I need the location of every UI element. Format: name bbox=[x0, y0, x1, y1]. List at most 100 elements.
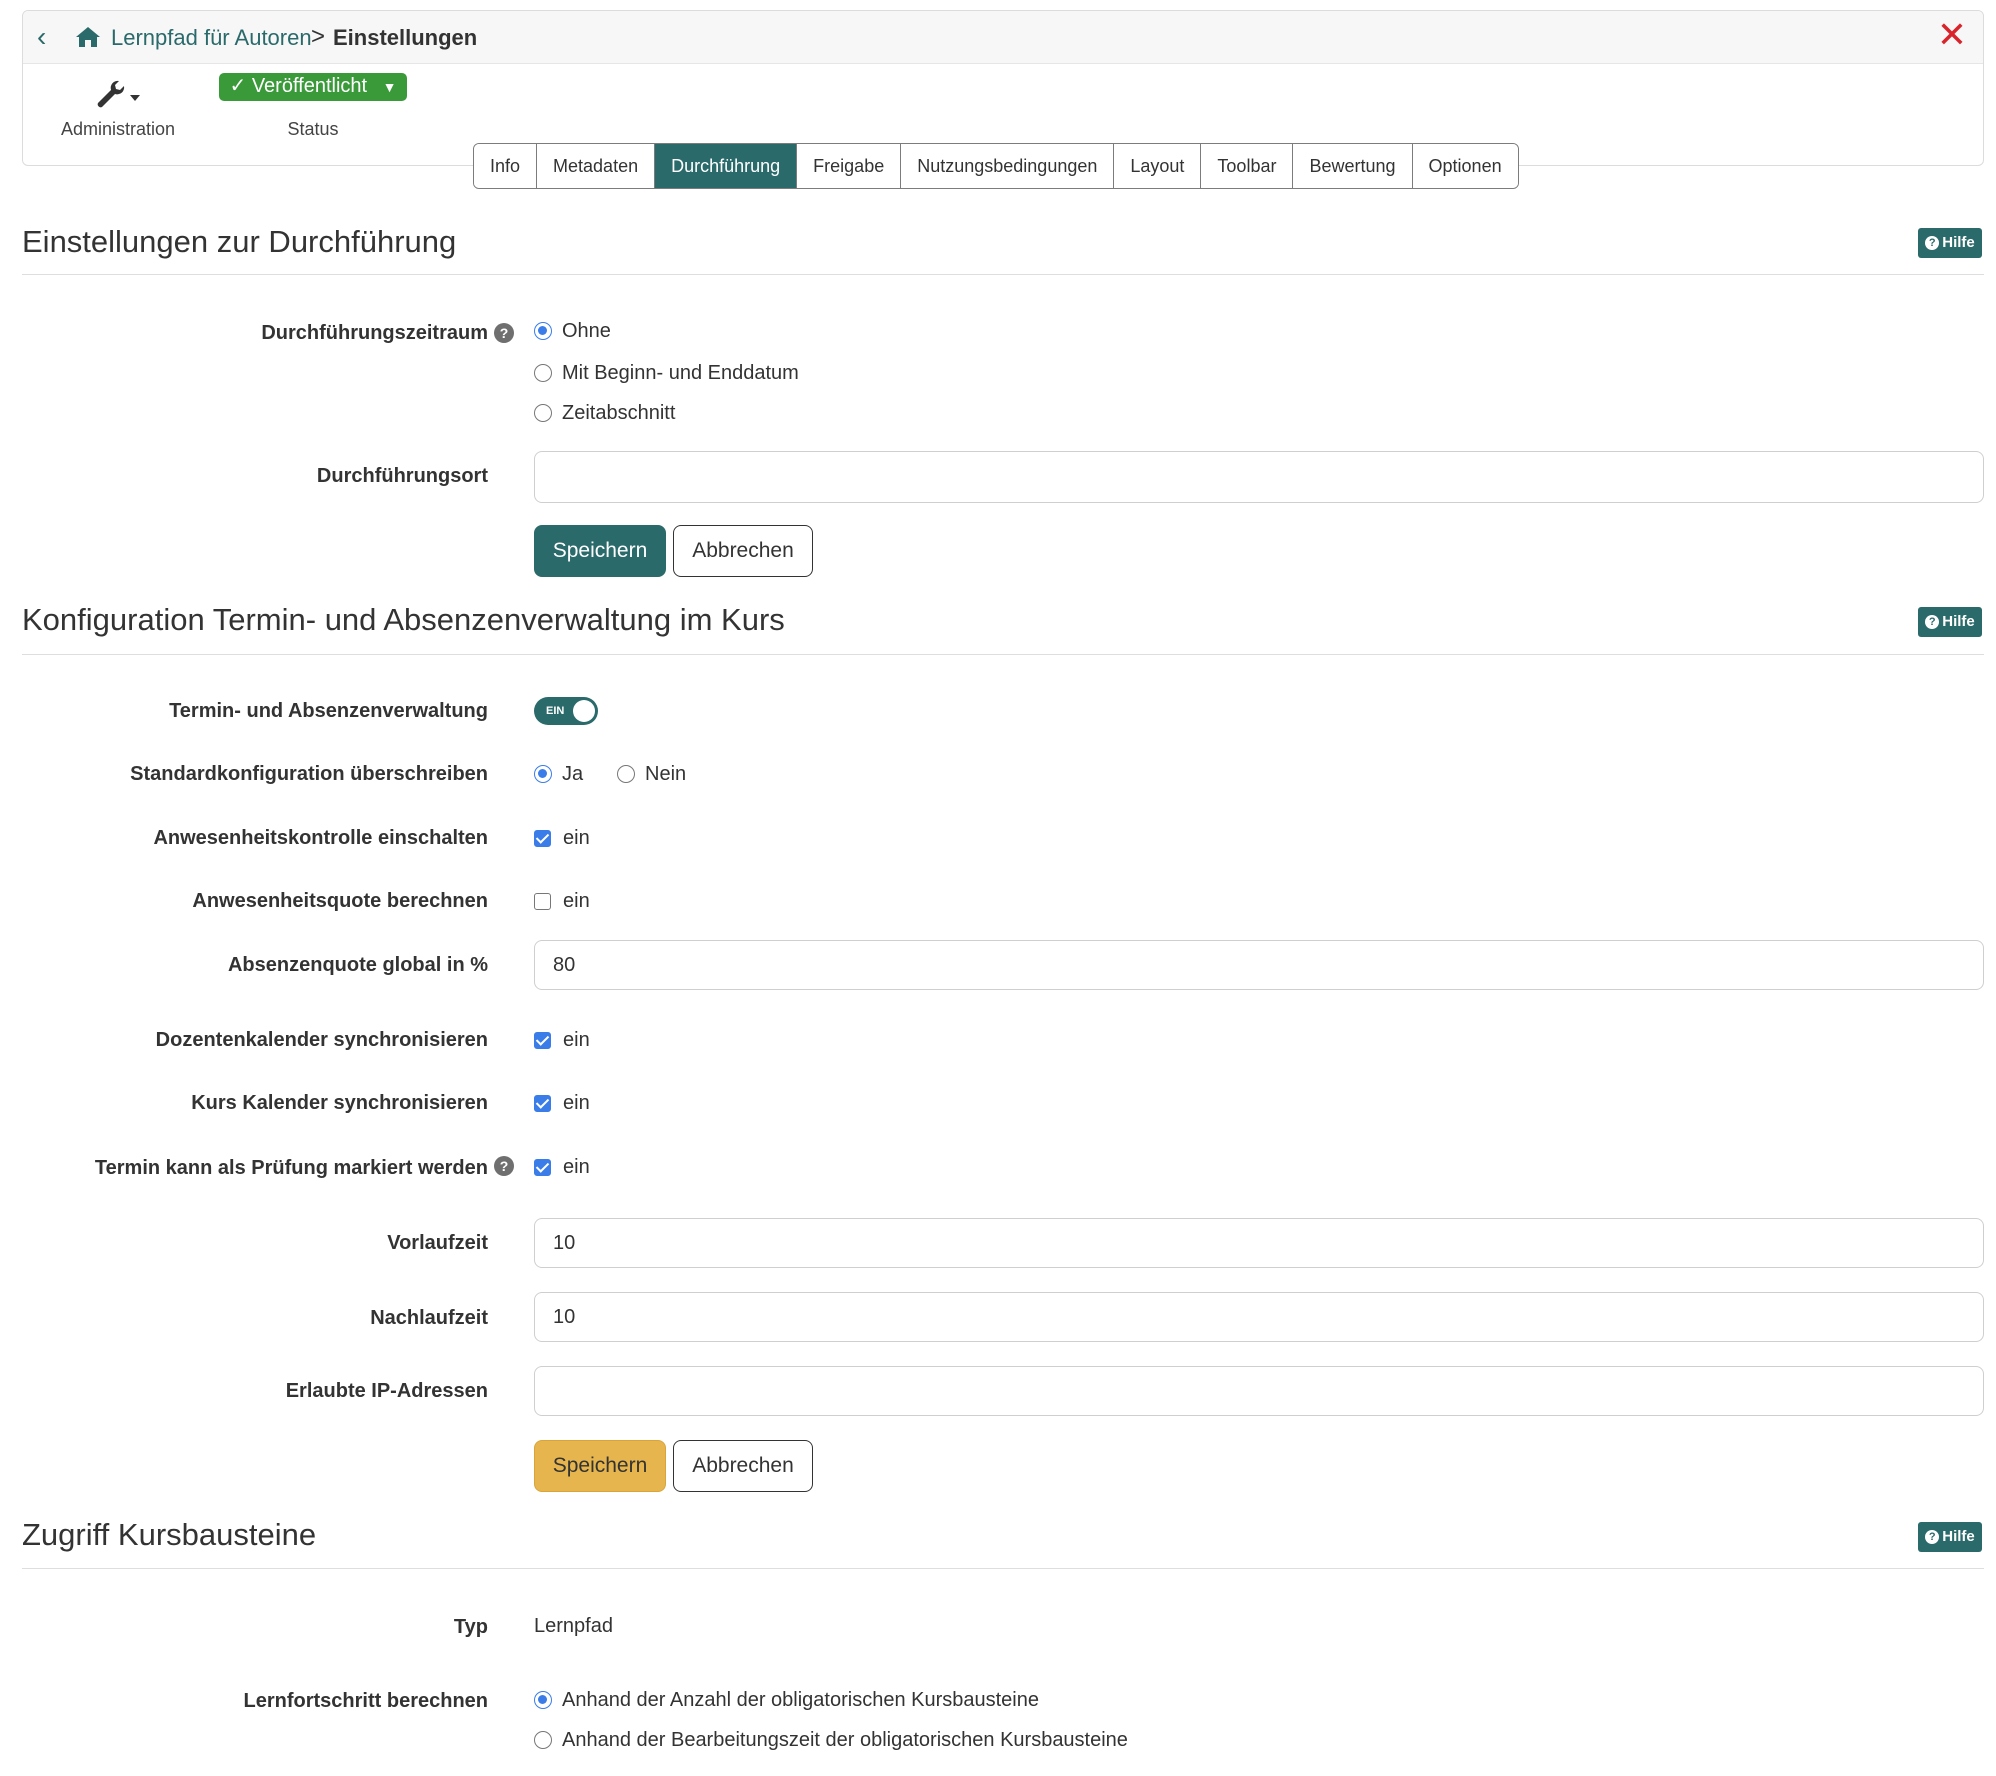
administration-menu[interactable]: Administration bbox=[43, 73, 193, 143]
help-button-termin[interactable]: ? Hilfe bbox=[1918, 607, 1982, 637]
help-button-durchfuehrung[interactable]: ? Hilfe bbox=[1918, 228, 1982, 258]
type-label: Typ bbox=[453, 1616, 488, 1638]
absence-quota-input[interactable]: 80 bbox=[534, 940, 1984, 990]
checkbox-text: ein bbox=[563, 827, 590, 849]
toggle-text: EIN bbox=[546, 705, 565, 717]
quota-calc-checkbox[interactable] bbox=[534, 893, 551, 910]
teacher-cal-checkbox-row[interactable]: ein bbox=[534, 1027, 590, 1053]
ip-label: Erlaubte IP-Adressen bbox=[285, 1380, 488, 1402]
place-label: Durchführungsort bbox=[316, 465, 488, 487]
progress-option-count[interactable]: Anhand der Anzahl der obligatorischen Ku… bbox=[534, 1687, 1039, 1713]
mgmt-label: Termin- und Absenzenverwaltung bbox=[169, 700, 488, 722]
status-label: Status bbox=[287, 119, 339, 139]
administration-label: Administration bbox=[60, 119, 176, 139]
tab-metadaten[interactable]: Metadaten bbox=[537, 144, 656, 188]
save-button-durchfuehrung[interactable]: Speichern bbox=[534, 525, 666, 577]
course-cal-checkbox[interactable] bbox=[534, 1095, 551, 1112]
checkbox-text: ein bbox=[563, 890, 590, 912]
progress-option-label: Anhand der Anzahl der obligatorischen Ku… bbox=[562, 1689, 1039, 1711]
period-option-label: Zeitabschnitt bbox=[562, 402, 676, 424]
help-label: Hilfe bbox=[1942, 1528, 1975, 1545]
cancel-button-durchfuehrung[interactable]: Abbrechen bbox=[673, 525, 813, 577]
radio-progress-time[interactable] bbox=[534, 1731, 552, 1749]
period-option-label: Ohne bbox=[562, 320, 611, 342]
question-icon: ? bbox=[1925, 1530, 1940, 1544]
course-cal-checkbox-row[interactable]: ein bbox=[534, 1090, 590, 1116]
save-button-termin[interactable]: Speichern bbox=[534, 1440, 666, 1492]
override-no-label: Nein bbox=[645, 763, 687, 785]
radio-progress-count[interactable] bbox=[534, 1691, 552, 1709]
lead-label: Vorlaufzeit bbox=[387, 1232, 488, 1254]
period-option-ohne[interactable]: Ohne bbox=[534, 318, 611, 344]
ip-input[interactable] bbox=[534, 1366, 1984, 1416]
checkbox-text: ein bbox=[563, 1092, 590, 1114]
breadcrumb: ‹ Lernpfad für Autoren > Einstellungen ✕ bbox=[23, 11, 1983, 64]
tab-freigabe[interactable]: Freigabe bbox=[797, 144, 902, 188]
course-cal-label: Kurs Kalender synchronisieren bbox=[191, 1092, 488, 1114]
radio-zeitabschnitt[interactable] bbox=[534, 404, 552, 422]
lead-input[interactable]: 10 bbox=[534, 1218, 1984, 1268]
progress-option-label: Anhand der Bearbeitungszeit der obligato… bbox=[562, 1729, 1128, 1751]
tab-layout[interactable]: Layout bbox=[1114, 144, 1202, 188]
help-icon[interactable]: ? bbox=[494, 1156, 514, 1176]
attendance-label: Anwesenheitskontrolle einschalten bbox=[153, 827, 488, 849]
period-option-dates[interactable]: Mit Beginn- und Enddatum bbox=[534, 360, 799, 386]
override-no[interactable]: Nein bbox=[617, 761, 686, 787]
chevron-left-icon[interactable]: ‹ bbox=[37, 23, 46, 51]
teacher-cal-label: Dozentenkalender synchronisieren bbox=[155, 1029, 488, 1051]
section-divider bbox=[22, 1568, 1984, 1569]
status-dropdown[interactable]: ✓ Veröffentlicht ▼ bbox=[219, 73, 407, 101]
tab-optionen[interactable]: Optionen bbox=[1412, 144, 1518, 188]
wrench-icon bbox=[92, 77, 144, 116]
caret-down-icon: ▼ bbox=[382, 79, 397, 95]
tab-toolbar[interactable]: Toolbar bbox=[1201, 144, 1294, 188]
breadcrumb-course-link[interactable]: Lernpfad für Autoren bbox=[111, 24, 312, 52]
teacher-cal-checkbox[interactable] bbox=[534, 1032, 551, 1049]
tab-bewertung[interactable]: Bewertung bbox=[1293, 144, 1413, 188]
checkbox-text: ein bbox=[563, 1156, 590, 1178]
tab-nutzungsbedingungen[interactable]: Nutzungsbedingungen bbox=[901, 144, 1115, 188]
settings-tabs: Info Metadaten Durchführung Freigabe Nut… bbox=[473, 143, 1519, 189]
tab-info[interactable]: Info bbox=[474, 144, 538, 188]
radio-dates[interactable] bbox=[534, 364, 552, 382]
section-title-termin: Konfiguration Termin- und Absenzenverwal… bbox=[22, 602, 785, 637]
close-icon[interactable]: ✕ bbox=[1937, 17, 1967, 53]
radio-nein[interactable] bbox=[617, 765, 635, 783]
exam-checkbox[interactable] bbox=[534, 1159, 551, 1176]
breadcrumb-current: Einstellungen bbox=[333, 25, 478, 50]
mgmt-toggle[interactable]: EIN bbox=[534, 697, 598, 725]
absence-quota-label: Absenzenquote global in % bbox=[227, 954, 488, 976]
check-icon: ✓ bbox=[229, 75, 247, 97]
help-button-zugriff[interactable]: ? Hilfe bbox=[1918, 1522, 1982, 1552]
radio-ja[interactable] bbox=[534, 765, 552, 783]
question-icon: ? bbox=[1925, 236, 1940, 250]
period-label: Durchführungszeitraum bbox=[261, 322, 488, 344]
place-input[interactable] bbox=[534, 451, 1984, 503]
toggle-knob bbox=[573, 700, 595, 722]
section-divider bbox=[22, 274, 1984, 275]
quota-calc-label: Anwesenheitsquote berechnen bbox=[192, 890, 488, 912]
help-icon[interactable]: ? bbox=[494, 323, 514, 343]
follow-label: Nachlaufzeit bbox=[370, 1307, 488, 1329]
breadcrumb-separator: > bbox=[311, 23, 326, 50]
radio-ohne[interactable] bbox=[534, 322, 552, 340]
progress-option-time[interactable]: Anhand der Bearbeitungszeit der obligato… bbox=[534, 1727, 1128, 1753]
status-menu: ✓ Veröffentlicht ▼ Status bbox=[213, 73, 413, 143]
canvas: ‹ Lernpfad für Autoren > Einstellungen ✕… bbox=[0, 0, 1996, 1776]
cancel-button-termin[interactable]: Abbrechen bbox=[673, 1440, 813, 1492]
help-label: Hilfe bbox=[1942, 613, 1975, 630]
override-yes-label: Ja bbox=[562, 763, 584, 785]
attendance-checkbox-row[interactable]: ein bbox=[534, 825, 590, 851]
progress-label: Lernfortschritt berechnen bbox=[243, 1690, 488, 1712]
period-option-zeitabschnitt[interactable]: Zeitabschnitt bbox=[534, 400, 675, 426]
attendance-checkbox[interactable] bbox=[534, 830, 551, 847]
tab-durchfuehrung[interactable]: Durchführung bbox=[655, 144, 798, 188]
checkbox-text: ein bbox=[563, 1029, 590, 1051]
follow-input[interactable]: 10 bbox=[534, 1292, 1984, 1342]
override-yes[interactable]: Ja bbox=[534, 761, 583, 787]
home-icon[interactable] bbox=[75, 25, 103, 49]
quota-calc-checkbox-row[interactable]: ein bbox=[534, 888, 590, 914]
exam-checkbox-row[interactable]: ein bbox=[534, 1154, 590, 1180]
question-icon: ? bbox=[1925, 615, 1940, 629]
section-title-durchfuehrung: Einstellungen zur Durchführung bbox=[22, 224, 457, 259]
